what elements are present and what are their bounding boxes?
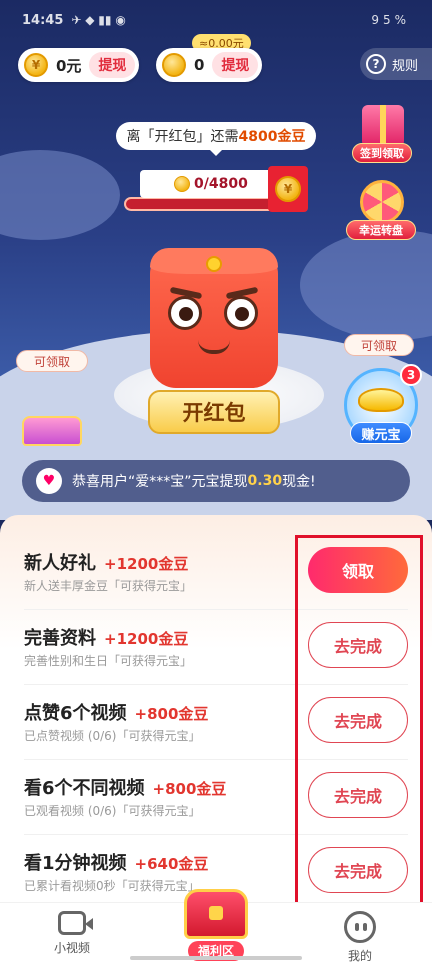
cash-balance: ¥ 0元 提现 [18, 48, 140, 82]
notice-amount: 0.30 [247, 473, 283, 489]
progress-card: 0/4800 [140, 170, 272, 198]
progress-text: 0/4800 [194, 176, 248, 192]
mouth [198, 340, 230, 354]
highlight-annotation [295, 535, 423, 909]
task-title: 看6个不同视频 +800金豆 [24, 774, 226, 800]
task-desc: 完善性别和生日「可获得元宝」 [24, 654, 193, 668]
coin-withdraw-button[interactable]: 提现 [212, 52, 259, 78]
battery-level: 95% [371, 13, 410, 27]
task-title: 完善资料 +1200金豆 [24, 624, 188, 650]
task-reward: +640金豆 [134, 855, 209, 873]
home-indicator[interactable] [130, 956, 302, 960]
task-desc: 已点赞视频 (0/6)「可获得元宝」 [24, 729, 201, 743]
cash-withdraw-button[interactable]: 提现 [89, 52, 136, 78]
chest-tag: 可领取 [16, 350, 88, 372]
yuan-coin-icon: ¥ [24, 53, 48, 77]
nav-mine[interactable]: 我的 [320, 911, 400, 964]
left-eye [168, 296, 202, 330]
video-camera-icon [58, 911, 86, 935]
withdraw-notice: ♥ 恭喜用户“爱***宝”元宝提现 0.30 现金! [22, 460, 410, 502]
cash-value: 0元 [56, 56, 82, 75]
treasure-chest-icon [22, 416, 82, 446]
profile-face-icon [344, 911, 376, 943]
notification-badge: 3 [400, 364, 422, 386]
open-redpacket-button[interactable]: 开红包 [148, 390, 280, 434]
earn-ingot-button[interactable]: 可领取 赚元宝 3 [344, 334, 422, 450]
earn-ingot-label: 赚元宝 [350, 422, 412, 444]
task-title-text: 看1分钟视频 [24, 853, 127, 874]
tip-amount: 4800金豆 [238, 129, 306, 145]
yuan-coin-icon: ¥ [275, 176, 301, 202]
task-reward: +800金豆 [134, 705, 209, 723]
tip-prefix: 离「开红包」还需 [126, 129, 239, 145]
right-eye [224, 296, 258, 330]
nav-label: 我的 [347, 949, 372, 963]
notice-suffix: 现金! [282, 474, 316, 490]
cloud-decoration [0, 150, 120, 240]
ingot-tag: 可领取 [344, 334, 414, 356]
wheel-icon [360, 180, 404, 224]
coin-value: 0 [194, 56, 205, 74]
user-avatar: ♥ [36, 468, 62, 494]
progress-bar [124, 197, 284, 211]
task-title: 点赞6个视频 +800金豆 [24, 699, 208, 725]
task-title-text: 新人好礼 [24, 553, 96, 574]
redpacket-knob [206, 256, 222, 272]
gift-icon [362, 105, 404, 147]
progress-goal: ¥ [268, 166, 308, 212]
lucky-wheel-label: 幸运转盘 [346, 220, 416, 240]
notification-icons: ✈ ◆ ▮▮ ◉ [71, 13, 126, 27]
gold-ingot-icon [358, 388, 404, 412]
redpacket-character [150, 248, 278, 388]
gold-coin-icon [174, 176, 190, 192]
task-title-text: 看6个不同视频 [24, 778, 145, 799]
nav-label: 小视频 [53, 941, 90, 955]
lucky-wheel-button[interactable]: 幸运转盘 [346, 180, 416, 240]
task-reward: +1200金豆 [104, 555, 189, 573]
status-time: 14:45 [22, 12, 64, 28]
task-reward: +800金豆 [152, 780, 227, 798]
nav-short-video[interactable]: 小视频 [32, 911, 112, 956]
sign-in-label: 签到领取 [352, 143, 412, 163]
chest-reward[interactable]: 可领取 [16, 350, 96, 450]
task-title: 看1分钟视频 +640金豆 [24, 849, 208, 875]
rules-label: 规则 [392, 58, 419, 74]
welfare-scene: 14:45 ✈ ◆ ▮▮ ◉ 95% ¥ 0元 提现 ≈0.00元 0 提现 ?… [0, 0, 432, 520]
rules-button[interactable]: ? 规则 [360, 48, 432, 80]
question-icon: ? [366, 54, 386, 74]
redpacket-tip: 离「开红包」还需 4800金豆 [116, 122, 316, 156]
task-desc: 已观看视频 (0/6)「可获得元宝」 [24, 804, 201, 818]
treasure-chest-icon [184, 889, 248, 939]
bottom-nav: 小视频 福利区 我的 [0, 889, 432, 964]
task-title: 新人好礼 +1200金豆 [24, 549, 188, 575]
notice-prefix: 恭喜用户“爱***宝”元宝提现 [72, 474, 248, 490]
sign-in-button[interactable]: 签到领取 [352, 105, 412, 165]
redpacket-mascot[interactable]: 开红包 [108, 240, 328, 450]
task-title-text: 完善资料 [24, 628, 96, 649]
coin-balance: 0 提现 [156, 48, 263, 82]
task-desc: 新人送丰厚金豆「可获得元宝」 [24, 579, 193, 593]
gold-coin-icon [162, 53, 186, 77]
task-reward: +1200金豆 [104, 630, 189, 648]
nav-welfare[interactable]: 福利区 [168, 889, 264, 961]
task-title-text: 点赞6个视频 [24, 703, 127, 724]
